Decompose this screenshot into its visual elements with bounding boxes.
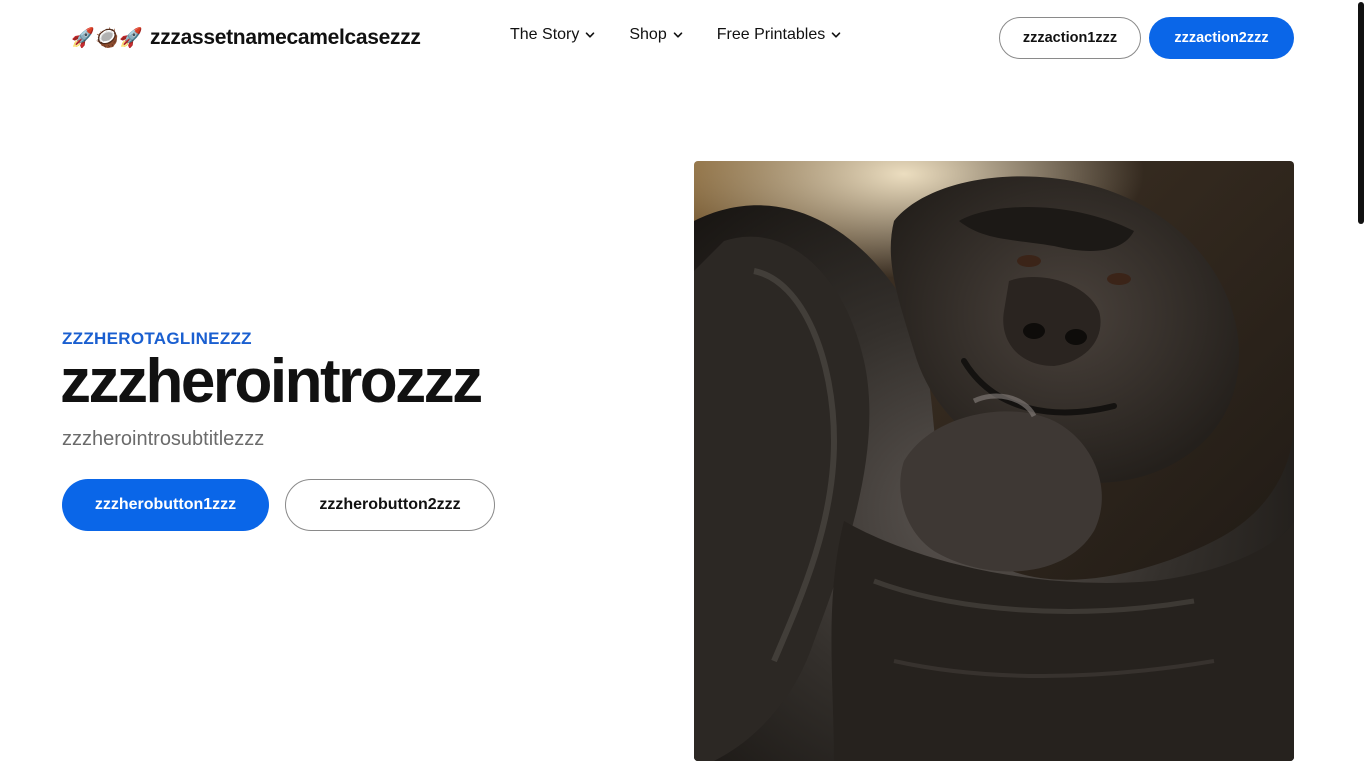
rocket-icon: 🚀 bbox=[71, 27, 95, 49]
action2-button[interactable]: zzzaction2zzz bbox=[1149, 17, 1294, 59]
nav-item-label: Shop bbox=[629, 26, 667, 43]
hero-secondary-button[interactable]: zzzherobutton2zzz bbox=[285, 479, 495, 531]
chevron-down-icon bbox=[586, 32, 595, 38]
main-nav: The Story Shop Free Printables bbox=[510, 26, 841, 44]
nav-item-label: Free Printables bbox=[716, 26, 826, 43]
hero-title: zzzherointrozzz bbox=[60, 347, 483, 416]
hero-subtitle: zzzherointrosubtitlezzz bbox=[62, 428, 265, 450]
chevron-down-icon bbox=[831, 32, 841, 38]
rocket-icon: 🚀 bbox=[119, 27, 143, 49]
brand-icons: 🚀 🥥 🚀 bbox=[71, 27, 143, 49]
chevron-down-icon bbox=[673, 32, 683, 38]
scrollbar-thumb[interactable] bbox=[1358, 2, 1364, 224]
nav-item-the-story[interactable]: The Story bbox=[510, 26, 595, 44]
coconut-icon: 🥥 bbox=[95, 27, 119, 49]
nav-item-free-printables[interactable]: Free Printables bbox=[717, 26, 842, 44]
hero-primary-button[interactable]: zzzherobutton1zzz bbox=[62, 479, 269, 531]
brand-name: zzzassetnamecamelcasezzz bbox=[150, 26, 421, 49]
gorilla-photo bbox=[694, 161, 1294, 761]
brand-logo[interactable]: 🚀 🥥 🚀 zzzassetnamecamelcasezzz bbox=[71, 24, 421, 52]
hero-image bbox=[694, 161, 1294, 761]
action1-button[interactable]: zzzaction1zzz bbox=[999, 17, 1141, 59]
scrollbar-track[interactable] bbox=[1356, 0, 1366, 768]
nav-item-label: The Story bbox=[510, 26, 580, 43]
nav-item-shop[interactable]: Shop bbox=[629, 26, 683, 44]
